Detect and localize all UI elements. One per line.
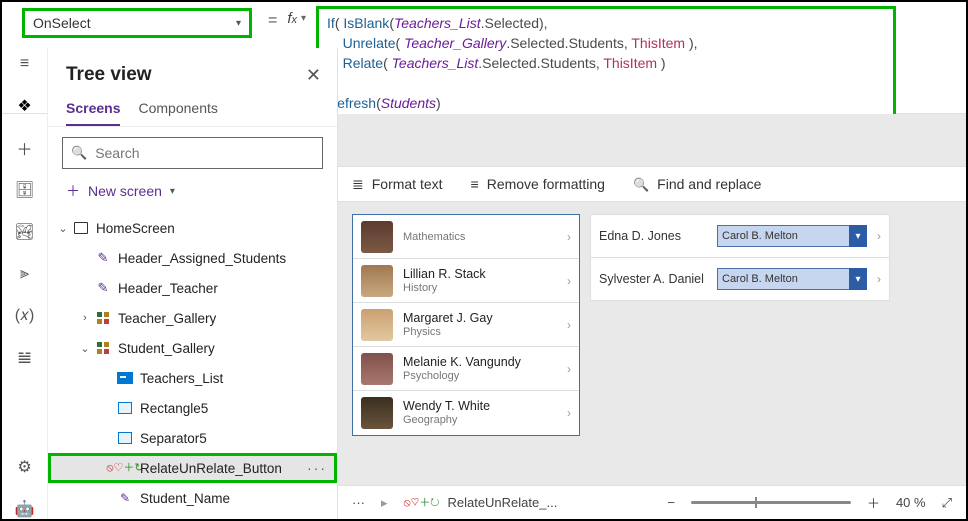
tree-node[interactable]: ✎ Header_Teacher	[48, 273, 337, 303]
search-input[interactable]	[95, 145, 314, 161]
chevron-down-icon: ⌄	[54, 222, 72, 235]
tree-node-teacher-gallery[interactable]: › Teacher_Gallery	[48, 303, 337, 333]
chevron-down-icon: ▾	[849, 268, 867, 290]
formula-toolbar: ≣Format text ≡Remove formatting Find and…	[338, 166, 966, 202]
media-icon[interactable]: 🏞	[15, 222, 35, 242]
zoom-out-button[interactable]: −	[667, 495, 675, 510]
list-item[interactable]: Wendy T. WhiteGeography›	[353, 391, 579, 435]
add-icon: ＋	[66, 181, 80, 201]
tree-title: Tree view	[66, 64, 152, 86]
left-rail: ≡ ❖ ＋ 🗄 🏞 ⫸ (𝑥) 𝌡 ⚙ 🤖	[2, 48, 48, 519]
chevron-right-icon: ▸	[381, 495, 388, 511]
chevron-down-icon	[170, 186, 175, 197]
chevron-down-icon: ▾	[849, 225, 867, 247]
more-icon[interactable]: ···	[352, 495, 365, 510]
add-icon[interactable]: ＋	[15, 138, 35, 158]
property-dropdown[interactable]: OnSelect	[22, 8, 252, 38]
fullscreen-icon[interactable]: ⤢	[942, 495, 952, 511]
ask-icon[interactable]: 🤖	[15, 499, 35, 519]
remove-format-icon: ≡	[471, 176, 479, 192]
student-gallery[interactable]: Edna D. Jones Carol B. Melton▾ › Sylvest…	[590, 214, 890, 300]
status-bar: ··· ▸ ⦸♡＋↻ RelateUnRelate_... − ＋ 40 % ⤢	[338, 485, 966, 519]
gallery-icon	[94, 339, 112, 357]
zoom-value: 40 %	[896, 495, 926, 510]
format-text-button[interactable]: ≣Format text	[352, 176, 443, 193]
data-icon[interactable]: 🗄	[15, 180, 35, 200]
new-screen-button[interactable]: ＋ New screen	[48, 175, 337, 211]
chevron-down-icon: ⌄	[76, 342, 94, 355]
variables-icon[interactable]: (𝑥)	[15, 306, 35, 326]
hamburger-icon[interactable]: ≡	[15, 54, 35, 74]
remove-formatting-button[interactable]: ≡Remove formatting	[471, 176, 605, 192]
tab-screens[interactable]: Screens	[66, 94, 120, 126]
breadcrumb[interactable]: ⦸♡＋↻ RelateUnRelate_...	[404, 495, 558, 510]
tree-node[interactable]: ✎ Student_Name	[48, 483, 337, 513]
equals-label: =	[258, 2, 287, 30]
chevron-down-icon	[301, 13, 306, 24]
tree-search[interactable]	[62, 137, 323, 169]
settings-icon[interactable]: ⚙	[15, 457, 35, 477]
label-icon: ✎	[94, 249, 112, 267]
tree-node[interactable]: ✎ Header_Assigned_Students	[48, 243, 337, 273]
list-item[interactable]: Edna D. Jones Carol B. Melton▾ ›	[590, 214, 890, 258]
avatar	[361, 221, 393, 253]
tree-view-panel: Tree view ✕ Screens Components ＋ New scr…	[48, 48, 338, 519]
list-item[interactable]: Melanie K. VangundyPsychology›	[353, 347, 579, 391]
list-item[interactable]: Mathematics›	[353, 215, 579, 259]
label-icon: ✎	[116, 489, 134, 507]
chevron-right-icon: ›	[567, 406, 571, 420]
screen-icon	[72, 219, 90, 237]
find-replace-button[interactable]: Find and replace	[633, 176, 761, 193]
tree-node[interactable]: Rectangle5	[48, 393, 337, 423]
rectangle-icon	[116, 399, 134, 417]
teacher-select[interactable]: Carol B. Melton▾	[717, 268, 867, 290]
search-icon	[71, 144, 87, 162]
list-item[interactable]: Margaret J. GayPhysics›	[353, 303, 579, 347]
tree-node[interactable]: Teachers_List	[48, 363, 337, 393]
search-icon	[633, 176, 649, 193]
chevron-right-icon: ›	[567, 318, 571, 332]
button-icon: ⦸♡＋↻	[116, 459, 134, 477]
zoom-slider[interactable]	[691, 501, 851, 504]
combobox-icon	[116, 369, 134, 387]
avatar	[361, 353, 393, 385]
flows-icon[interactable]: ⫸	[15, 264, 35, 284]
teacher-select[interactable]: Carol B. Melton▾	[717, 225, 867, 247]
formula-editor[interactable]: If( IsBlank(Teachers_List.Selected), Unr…	[316, 6, 896, 120]
chevron-right-icon: ›	[567, 362, 571, 376]
canvas-area: ≣Format text ≡Remove formatting Find and…	[338, 114, 966, 485]
label-icon: ✎	[94, 279, 112, 297]
avatar	[361, 265, 393, 297]
avatar	[361, 309, 393, 341]
tree-scroll[interactable]: ⌄ HomeScreen ✎ Header_Assigned_Students …	[48, 211, 337, 519]
rectangle-icon	[116, 429, 134, 447]
property-value: OnSelect	[33, 15, 91, 31]
gallery-icon	[94, 309, 112, 327]
fx-label[interactable]: fx	[287, 2, 312, 27]
chevron-right-icon: ›	[76, 312, 94, 324]
tree-node-relate-button[interactable]: ⦸♡＋↻ RelateUnRelate_Button ···	[48, 453, 337, 483]
tree-node-home[interactable]: ⌄ HomeScreen	[48, 213, 337, 243]
chevron-right-icon: ›	[567, 274, 571, 288]
chevron-right-icon: ›	[877, 229, 881, 243]
avatar	[361, 397, 393, 429]
tree-node[interactable]: Separator5	[48, 423, 337, 453]
teacher-gallery[interactable]: Mathematics› Lillian R. StackHistory› Ma…	[352, 214, 580, 436]
zoom-in-button[interactable]: ＋	[867, 493, 880, 512]
chevron-right-icon: ›	[567, 230, 571, 244]
list-item[interactable]: Lillian R. StackHistory›	[353, 259, 579, 303]
chevron-right-icon: ›	[877, 272, 881, 286]
tree-node-student-gallery[interactable]: ⌄ Student_Gallery	[48, 333, 337, 363]
tools-icon[interactable]: 𝌡	[15, 348, 35, 368]
more-icon[interactable]: ···	[307, 460, 327, 476]
list-item[interactable]: Sylvester A. Daniel Carol B. Melton▾ ›	[590, 257, 890, 301]
close-icon[interactable]: ✕	[306, 65, 321, 86]
format-icon: ≣	[352, 176, 364, 193]
button-icon: ⦸♡＋↻	[404, 498, 440, 508]
tree-view-icon[interactable]: ❖	[15, 96, 35, 116]
tab-components[interactable]: Components	[138, 94, 217, 126]
tree-tabs: Screens Components	[48, 92, 337, 127]
chevron-down-icon	[236, 18, 241, 29]
